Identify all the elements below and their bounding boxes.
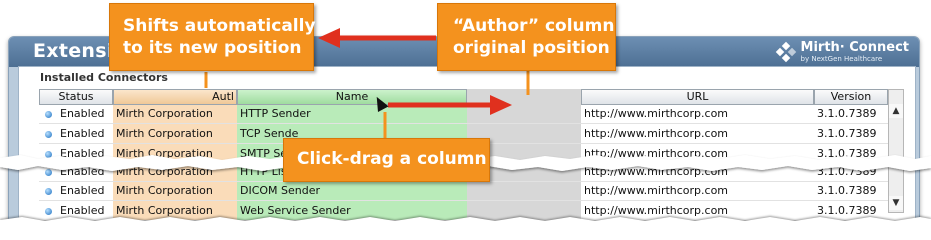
callout-shifts-automatically: Shifts automatically to its new position [109,3,316,71]
callout-author-original-position: “Author” column original position [437,3,616,71]
left-arrow-icon [318,28,436,48]
callout-shifts-line2: to its new position [123,38,302,58]
callout-drag-text: Click-drag a column [297,149,487,169]
callout-click-drag: Click-drag a column [283,138,490,182]
callout-author-line2: original position [453,38,610,58]
callout-shifts-line1: Shifts automatically [123,16,316,36]
right-arrow-icon [388,95,512,115]
callout-author-line1: “Author” column [453,16,615,36]
